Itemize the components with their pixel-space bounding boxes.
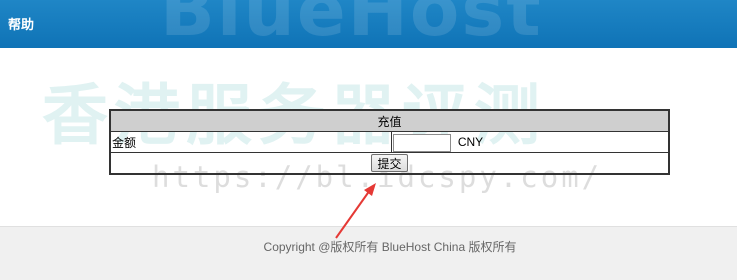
form-title-row: 充值 [109,109,670,132]
submit-cell: 提交 [109,152,670,175]
page-title: 帮助 [8,18,35,33]
header-watermark: BlueHost [160,0,543,48]
amount-label: 金额 [109,131,392,153]
currency-label: CNY [457,135,484,149]
copyright-text: Copyright @版权所有 BlueHost China 版权所有 [263,240,517,254]
recharge-form-table: 充值 金额 CNY 提交 [109,109,670,175]
footer: Copyright @版权所有 BlueHost China 版权所有 [0,226,737,280]
submit-row: 提交 [109,152,670,175]
form-title: 充值 [109,109,670,132]
submit-button[interactable]: 提交 [371,154,408,172]
amount-input[interactable] [393,133,451,152]
top-header-bar: BlueHost 帮助 [0,0,737,48]
amount-row: 金额 CNY [109,131,670,153]
amount-value-cell: CNY [391,131,670,153]
